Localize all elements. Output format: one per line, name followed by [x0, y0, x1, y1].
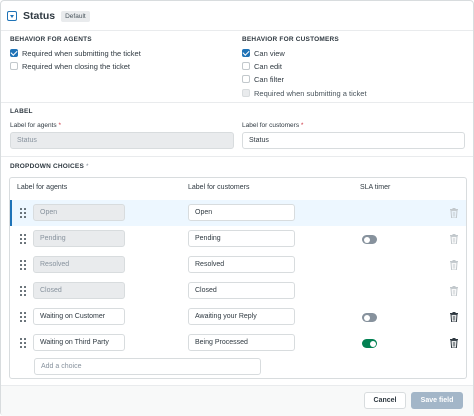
customers-can-edit-checkbox[interactable] [242, 62, 250, 70]
agents-required-submit-option[interactable]: Required when submitting the ticket [10, 47, 141, 59]
field-editor-panel: Status Default BEHAVIOR FOR AGENTS Requi… [0, 0, 474, 416]
drag-handle-icon[interactable] [20, 260, 26, 270]
agents-required-close-checkbox[interactable] [10, 62, 18, 70]
dropdown-title-text: DROPDOWN CHOICES [10, 163, 84, 170]
choice-row: Waiting on Customer Awaiting your Reply [10, 304, 466, 330]
customers-label-text: Label for customers [242, 122, 300, 129]
customers-can-filter-option[interactable]: Can filter [242, 73, 284, 85]
drag-handle-icon[interactable] [20, 234, 26, 244]
dropdown-choices-title: DROPDOWN CHOICES * [10, 163, 89, 170]
choice-agent-label-input: Open [33, 204, 125, 221]
header-sla: SLA timer [360, 184, 391, 191]
agents-label-input: Status [10, 132, 234, 149]
customers-required-submit-checkbox [242, 89, 250, 97]
drag-handle-icon[interactable] [20, 338, 26, 348]
customers-can-view-label: Can view [254, 48, 285, 58]
choice-agent-label-input: Pending [33, 230, 125, 247]
choice-customer-label-input[interactable]: Being Processed [188, 334, 295, 351]
header-agents: Label for agents [17, 184, 68, 191]
sla-timer-toggle[interactable] [362, 339, 377, 348]
choice-customer-label-input[interactable]: Pending [188, 230, 295, 247]
customers-can-filter-checkbox[interactable] [242, 75, 250, 83]
choice-customer-label-input[interactable]: Closed [188, 282, 295, 299]
trash-icon [450, 208, 458, 218]
behavior-divider [1, 102, 473, 103]
sla-timer-toggle[interactable] [362, 313, 377, 322]
choice-customer-label-input[interactable]: Awaiting your Reply [188, 308, 295, 325]
dropdown-field-icon [7, 11, 17, 21]
trash-icon [450, 234, 458, 244]
choice-customer-label-input[interactable]: Resolved [188, 256, 295, 273]
required-mark: * [300, 122, 304, 129]
agents-label-text: Label for agents [10, 122, 57, 129]
agents-label-caption: Label for agents * [10, 122, 61, 129]
customers-can-edit-option[interactable]: Can edit [242, 60, 282, 72]
customers-required-submit-label: Required when submitting a ticket [254, 88, 367, 98]
customers-can-view-option[interactable]: Can view [242, 47, 285, 59]
choice-row: Waiting on Third Party Being Processed [10, 330, 466, 356]
behavior-agents-title: BEHAVIOR FOR AGENTS [10, 36, 92, 43]
dropdown-choices-table: Label for agents Label for customers SLA… [9, 177, 467, 379]
agents-required-close-option[interactable]: Required when closing the ticket [10, 60, 130, 72]
choice-customer-label-input[interactable]: Open [188, 204, 295, 221]
choice-agent-label-input[interactable]: Waiting on Customer [33, 308, 125, 325]
agents-required-submit-checkbox[interactable] [10, 49, 18, 57]
drag-handle-icon[interactable] [20, 208, 26, 218]
header-divider [1, 30, 473, 31]
cancel-button[interactable]: Cancel [364, 392, 406, 409]
agents-required-close-label: Required when closing the ticket [22, 61, 130, 71]
agents-required-submit-label: Required when submitting the ticket [22, 48, 141, 58]
choice-agent-label-input[interactable]: Waiting on Third Party [33, 334, 125, 351]
field-header: Status Default [7, 7, 90, 25]
customers-label-caption: Label for customers * [242, 122, 303, 129]
add-choice-input[interactable]: Add a choice [34, 358, 261, 375]
customers-can-view-checkbox[interactable] [242, 49, 250, 57]
selected-row-indicator [10, 200, 12, 226]
customers-label-input[interactable]: Status [242, 132, 465, 149]
field-title: Status [23, 10, 56, 22]
trash-icon[interactable] [450, 312, 458, 322]
drag-handle-icon[interactable] [20, 312, 26, 322]
choice-row: Pending Pending [10, 226, 466, 252]
sla-timer-toggle[interactable] [362, 235, 377, 244]
customers-can-filter-label: Can filter [254, 74, 285, 84]
drag-handle-icon[interactable] [20, 286, 26, 296]
save-field-button[interactable]: Save field [411, 392, 463, 409]
default-badge: Default [61, 10, 90, 22]
customers-required-submit-option: Required when submitting a ticket [242, 87, 367, 99]
required-mark: * [58, 122, 61, 129]
choice-agent-label-input: Closed [33, 282, 125, 299]
choice-row: Closed Closed [10, 278, 466, 304]
dropdown-required-mark: * [86, 163, 89, 170]
choice-row: Resolved Resolved [10, 252, 466, 278]
header-customers: Label for customers [188, 184, 250, 191]
trash-icon [450, 286, 458, 296]
customers-can-edit-label: Can edit [254, 61, 282, 71]
label-section-title: LABEL [10, 108, 33, 115]
label-divider [1, 156, 473, 157]
trash-icon [450, 260, 458, 270]
choice-agent-label-input: Resolved [33, 256, 125, 273]
behavior-customers-title: BEHAVIOR FOR CUSTOMERS [242, 36, 339, 43]
trash-icon[interactable] [450, 338, 458, 348]
choice-row: Open Open [10, 200, 466, 226]
